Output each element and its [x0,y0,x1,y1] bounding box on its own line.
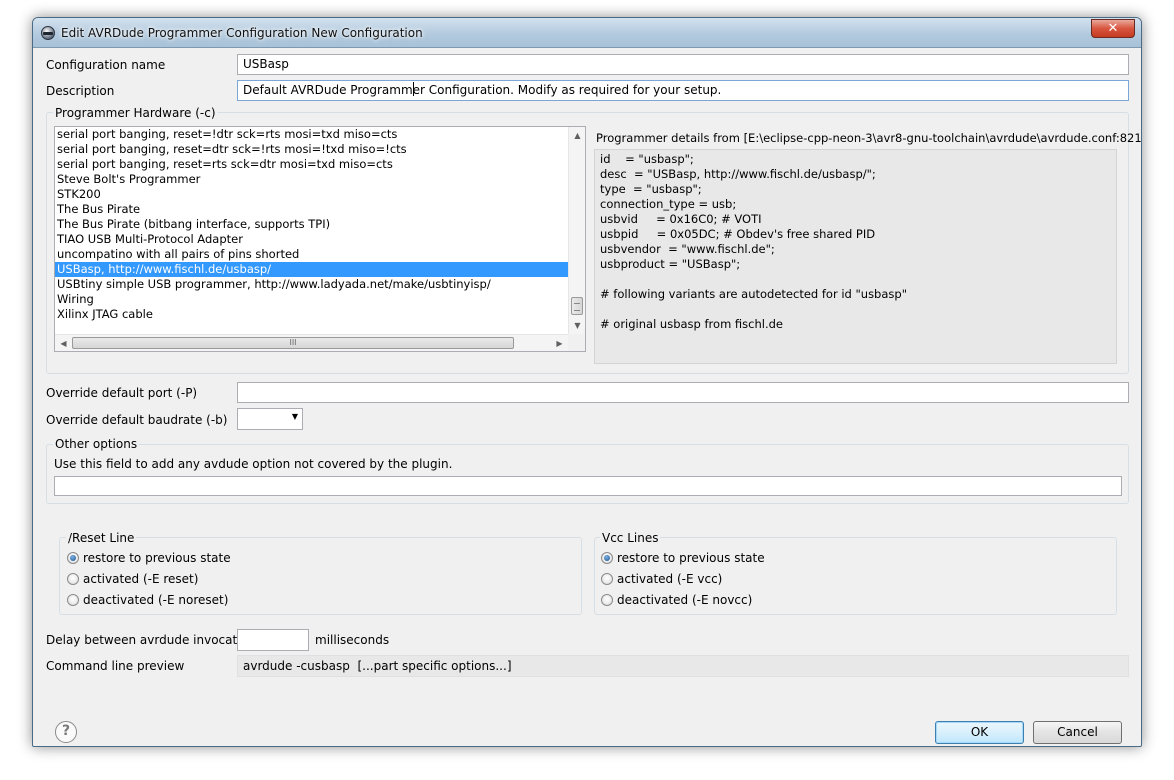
eclipse-app-icon [41,26,55,40]
delay-input[interactable] [237,629,309,651]
radio-button[interactable] [67,594,79,606]
description-text-after-caret: er Configuration. Modify as required for… [412,83,722,97]
programmer-details-line [600,302,1116,317]
programmer-list-item[interactable]: STK200 [55,187,568,202]
programmer-details-line: id = "usbasp"; [600,152,694,166]
delay-unit-label: milliseconds [315,633,390,647]
help-icon[interactable]: ? [55,721,77,743]
radio-label: activated (-E vcc) [617,572,723,586]
programmer-list-vscrollbar[interactable]: ▲ ▼ [568,127,585,334]
command-preview-value: avrdude -cusbasp [...part specific optio… [237,655,1129,677]
scroll-left-arrow-icon[interactable]: ◀ [55,335,72,351]
vertical-scroll-thumb[interactable] [571,297,583,315]
programmer-details-box: id = "usbasp"; desc = "USBasp, http://www… [594,149,1117,364]
radio-button[interactable] [601,573,613,585]
programmer-details-line: # following variants are autodetected fo… [600,287,907,301]
radio-label: activated (-E reset) [83,572,199,586]
radio-label: deactivated (-E noreset) [83,593,229,607]
programmer-list-item[interactable]: TIAO USB Multi-Protocol Adapter [55,232,568,247]
programmer-list-item[interactable]: serial port banging, reset=!dtr sck=rts … [55,127,568,142]
programmer-details-line: usbvid = 0x16C0; # VOTI [600,212,762,226]
programmer-list-item[interactable]: uncompatino with all pairs of pins short… [55,247,568,262]
override-baudrate-label: Override default baudrate (-b) [46,413,228,427]
programmer-details-line: usbproduct = "USBasp"; [600,257,741,271]
programmer-details-line: connection_type = usb; [600,197,737,211]
description-input[interactable]: Default AVRDude Programmer Configuration… [237,80,1129,101]
reset-line-title: /Reset Line [66,531,137,545]
cancel-button[interactable]: Cancel [1033,721,1122,744]
scroll-down-arrow-icon[interactable]: ▼ [569,317,585,334]
radio-button[interactable] [601,552,613,564]
config-name-input[interactable]: USBasp [237,54,1129,75]
dialog-window: Edit AVRDude Programmer Configuration Ne… [32,17,1142,747]
programmer-list-item[interactable]: The Bus Pirate (bitbang interface, suppo… [55,217,568,232]
scroll-up-arrow-icon[interactable]: ▲ [569,127,585,144]
programmer-hardware-title: Programmer Hardware (-c) [53,106,218,120]
radio-button[interactable] [67,552,79,564]
other-options-input[interactable] [54,476,1122,496]
programmer-list-item[interactable]: Wiring [55,292,568,307]
scroll-right-arrow-icon[interactable]: ▶ [551,335,568,351]
programmer-details-line [600,272,1116,287]
ok-button[interactable]: OK [935,721,1024,744]
command-preview-label: Command line preview [46,659,185,673]
programmer-list-item[interactable]: serial port banging, reset=rts sck=dtr m… [55,157,568,172]
programmer-list[interactable]: serial port banging, reset=!dtr sck=rts … [54,126,586,352]
config-name-label: Configuration name [46,58,166,72]
programmer-list-item[interactable]: USBasp, http://www.fischl.de/usbasp/ [55,262,568,277]
radio-button[interactable] [601,594,613,606]
dialog-content: Configuration name USBasp Description De… [39,49,1141,744]
description-label: Description [46,84,115,98]
description-text-before-caret: Default AVRDude Programm [243,83,413,97]
radio-label: restore to previous state [83,551,231,565]
programmer-details-line: usbvendor = "www.fischl.de"; [600,242,775,256]
radio-button[interactable] [67,573,79,585]
title-bar[interactable]: Edit AVRDude Programmer Configuration Ne… [33,18,1141,48]
programmer-details-lines: id = "usbasp"; desc = "USBasp, http://www… [600,152,1116,332]
programmer-details-title: Programmer details from [E:\eclipse-cpp-… [596,131,1142,145]
programmer-list-item[interactable]: serial port banging, reset=dtr sck=!rts … [55,142,568,157]
delay-label: Delay between avrdude invocations [46,633,262,647]
programmer-list-item[interactable]: USBtiny simple USB programmer, http://ww… [55,277,568,292]
radio-label: deactivated (-E novcc) [617,593,753,607]
programmer-details-line: # original usbasp from fischl.de [600,317,783,331]
override-port-label: Override default port (-P) [46,386,198,400]
close-button[interactable]: ✕ [1091,19,1135,38]
baudrate-dropdown[interactable]: ▼ [237,408,303,430]
window-title: Edit AVRDude Programmer Configuration Ne… [61,26,423,40]
other-options-title: Other options [53,437,140,451]
vcc-lines-title: Vcc Lines [600,531,661,545]
horizontal-scroll-thumb[interactable]: III [72,337,514,349]
programmer-details-line: usbpid = 0x05DC; # Obdev's free shared P… [600,227,876,241]
other-options-hint: Use this field to add any avdude option … [54,457,453,471]
programmer-list-item[interactable]: The Bus Pirate [55,202,568,217]
override-port-input[interactable] [237,382,1129,403]
programmer-list-item[interactable]: Xilinx JTAG cable [55,307,568,322]
programmer-list-hscrollbar[interactable]: ◀ III ▶ [55,334,568,351]
scroll-corner [568,334,585,351]
chevron-down-icon[interactable]: ▼ [292,412,298,421]
programmer-list-item[interactable]: Steve Bolt's Programmer [55,172,568,187]
programmer-list-items: serial port banging, reset=!dtr sck=rts … [55,127,568,322]
radio-label: restore to previous state [617,551,765,565]
programmer-details-line: desc = "USBasp, http://www.fischl.de/usb… [600,167,876,181]
programmer-details-line: type = "usbasp"; [600,182,702,196]
